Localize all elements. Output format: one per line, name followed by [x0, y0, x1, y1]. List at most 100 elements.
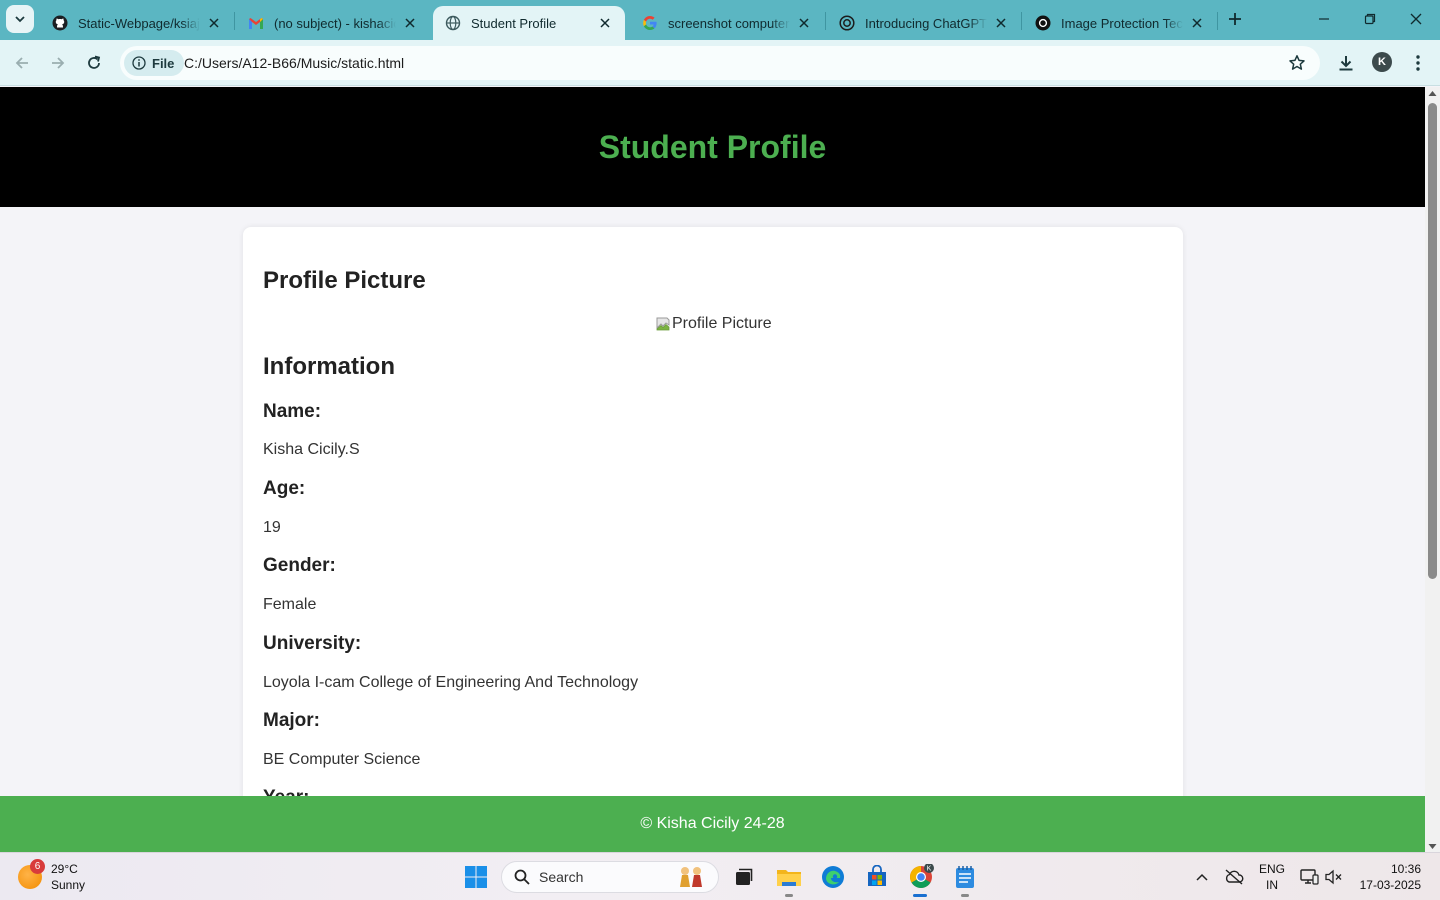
- store-icon: [868, 865, 886, 886]
- new-tab-button[interactable]: [1224, 8, 1246, 30]
- arrow-right-icon: [52, 57, 65, 69]
- close-icon[interactable]: [402, 15, 418, 31]
- forward-button[interactable]: [45, 50, 71, 76]
- tab-divider: [825, 12, 826, 30]
- weather-widget[interactable]: 6 29°C Sunny: [18, 859, 85, 893]
- close-icon[interactable]: [1189, 15, 1205, 31]
- github-icon: [52, 15, 68, 31]
- scroll-down-icon[interactable]: [1428, 843, 1437, 850]
- edge-button[interactable]: [819, 863, 847, 891]
- tab-chatgpt[interactable]: Introducing ChatGPT | OpenAI: [827, 6, 1021, 40]
- search-highlight-icon: [680, 867, 702, 887]
- gmail-icon: [248, 15, 264, 31]
- tab-title: Static-Webpage/ksiaj.html: [78, 15, 200, 31]
- start-button[interactable]: [462, 863, 490, 891]
- profile-picture-heading: Profile Picture: [263, 267, 426, 294]
- windows-logo-icon: [465, 866, 487, 888]
- close-icon[interactable]: [597, 15, 613, 31]
- close-icon[interactable]: [993, 15, 1009, 31]
- minimize-button[interactable]: [1313, 8, 1335, 30]
- tab-image-protection[interactable]: Image Protection Techniques: [1023, 6, 1217, 40]
- tab-title: screenshot computer - Google: [668, 15, 790, 31]
- profile-picture: Profile Picture: [655, 315, 772, 333]
- more-vert-icon: [1416, 55, 1420, 71]
- chrome-button[interactable]: K: [907, 863, 935, 891]
- tab-title: (no subject) - kishacicily: [274, 15, 396, 31]
- onedrive-button[interactable]: [1222, 853, 1246, 900]
- profile-avatar[interactable]: K: [1372, 52, 1392, 72]
- search-placeholder: Search: [539, 869, 584, 885]
- page-footer: © Kisha Cicily 24-28: [0, 796, 1425, 852]
- google-icon: [642, 15, 658, 31]
- gender-value: Female: [263, 596, 317, 613]
- windows-taskbar: 6 29°C Sunny Search K ENG IN 10:36 17-03…: [0, 852, 1440, 900]
- show-hidden-icons-button[interactable]: [1190, 853, 1214, 900]
- address-bar[interactable]: File C:/Users/A12-B66/Music/static.html: [120, 46, 1320, 80]
- file-explorer-button[interactable]: [775, 863, 803, 891]
- tab-github[interactable]: Static-Webpage/ksiaj.html: [40, 6, 234, 40]
- scroll-up-icon[interactable]: [1428, 90, 1437, 97]
- tab-google-search[interactable]: screenshot computer - Google: [630, 6, 824, 40]
- scroll-thumb[interactable]: [1428, 103, 1437, 579]
- taskbar-search[interactable]: Search: [501, 861, 719, 893]
- tab-divider: [234, 12, 235, 30]
- notification-badge: 6: [30, 859, 45, 874]
- broken-image-icon: [656, 317, 670, 331]
- store-button[interactable]: [863, 863, 891, 891]
- age-value: 19: [263, 519, 281, 536]
- clock-date: 17-03-2025: [1359, 878, 1421, 892]
- notepad-button[interactable]: [951, 863, 979, 891]
- tab-title: Student Profile: [471, 15, 557, 31]
- openai-icon: [839, 15, 855, 31]
- clock-time: 10:36: [1390, 862, 1421, 876]
- page-header: Student Profile: [0, 87, 1425, 207]
- vertical-scrollbar[interactable]: [1425, 87, 1440, 852]
- close-window-button[interactable]: [1405, 8, 1427, 30]
- university-label: University:: [263, 633, 362, 654]
- tab-student-profile[interactable]: Student Profile: [433, 6, 625, 40]
- system-clock[interactable]: 10:36 17-03-2025: [1355, 861, 1421, 893]
- restore-icon: [1364, 13, 1376, 25]
- url-text[interactable]: C:/Users/A12-B66/Music/static.html: [184, 55, 404, 71]
- tab-title: Introducing ChatGPT | OpenAI: [865, 15, 987, 31]
- gender-label: Gender:: [263, 555, 336, 576]
- network-button[interactable]: [1297, 853, 1321, 900]
- close-icon[interactable]: [796, 15, 812, 31]
- running-indicator: [785, 894, 793, 897]
- language-indicator[interactable]: ENG IN: [1258, 861, 1286, 893]
- volume-mute-icon: [1325, 869, 1342, 885]
- tab-title: Image Protection Techniques: [1061, 15, 1183, 31]
- chip-label: File: [152, 55, 175, 71]
- major-value: BE Computer Science: [263, 751, 421, 768]
- tab-strip: Static-Webpage/ksiaj.html (no subject) -…: [0, 0, 1440, 40]
- site-info-chip[interactable]: File: [124, 50, 185, 76]
- chrome-icon: K: [910, 864, 934, 888]
- restore-button[interactable]: [1359, 8, 1381, 30]
- tab-divider: [1021, 12, 1022, 30]
- close-icon[interactable]: [206, 15, 222, 31]
- back-button[interactable]: [9, 50, 35, 76]
- region-code: IN: [1266, 878, 1278, 892]
- bookmark-star-icon[interactable]: [1288, 54, 1306, 77]
- task-view-button[interactable]: [729, 863, 757, 891]
- plus-icon: [1229, 13, 1241, 25]
- openai-icon: [1035, 15, 1051, 31]
- chevron-up-icon: [1196, 873, 1208, 881]
- weather-temp: 29°C: [51, 862, 78, 876]
- browser-menu-button[interactable]: [1405, 50, 1431, 76]
- profile-picture-alt: Profile Picture: [672, 315, 772, 332]
- tab-search-button[interactable]: [6, 5, 34, 33]
- major-label: Major:: [263, 710, 320, 731]
- university-value: Loyola I-cam College of Engineering And …: [263, 674, 639, 691]
- sun-icon: 6: [18, 859, 45, 889]
- tab-gmail[interactable]: (no subject) - kishacicily: [236, 6, 430, 40]
- downloads-button[interactable]: [1333, 50, 1359, 76]
- folder-icon: [777, 870, 801, 886]
- reload-button[interactable]: [81, 50, 107, 76]
- browser-toolbar: File C:/Users/A12-B66/Music/static.html …: [0, 40, 1440, 86]
- name-label: Name:: [263, 401, 322, 422]
- volume-button[interactable]: [1322, 853, 1346, 900]
- minimize-icon: [1319, 18, 1329, 20]
- name-value: Kisha Cicily.S: [263, 441, 360, 458]
- running-indicator: [961, 894, 969, 897]
